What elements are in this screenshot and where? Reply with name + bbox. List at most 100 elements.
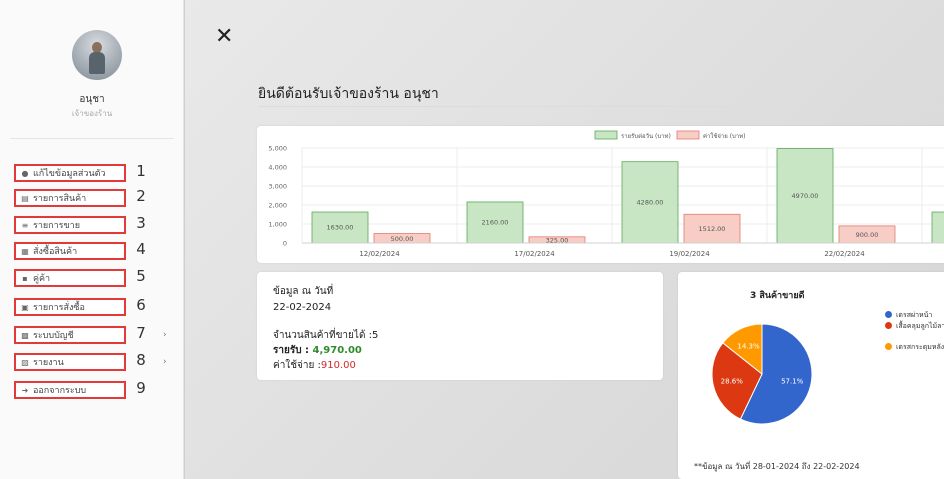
x-tick-label: 22/02/2024 <box>824 250 865 258</box>
annotation-number: 3 <box>136 214 146 232</box>
legend-label: เดรสผ่าหน้า <box>896 311 933 319</box>
y-tick-label: 4,000 <box>268 164 287 172</box>
menu-label: ระบบบัญชี <box>33 331 74 341</box>
menu-sales[interactable]: ≡ รายการขาย <box>14 216 126 234</box>
bar-value-label: 1512.00 <box>699 225 726 233</box>
pie-slice-label: 14.3% <box>737 343 760 351</box>
sidebar-divider <box>10 138 174 139</box>
legend-label-income: รายรับต่อวัน (บาท) <box>621 133 671 140</box>
pie-legend-item: เสื้อคลุมลูกไม้ลาย 1 <box>885 321 944 332</box>
y-tick-label: 5,000 <box>268 145 287 153</box>
annotation-number: 6 <box>136 296 146 314</box>
page-title: ยินดีต้อนรับเจ้าของร้าน อนุชา <box>258 86 439 102</box>
cart-icon: ▦ <box>21 246 29 256</box>
menu-edit-profile[interactable]: ● แก้ไขข้อมูลส่วนตัว <box>14 164 126 182</box>
legend-dot <box>885 322 892 329</box>
income-line: รายรับ : 4,970.00 <box>273 343 362 358</box>
y-tick-label: 0 <box>283 240 287 248</box>
annotation-number: 5 <box>136 267 146 285</box>
menu-label: รายการขาย <box>33 221 80 231</box>
products-sold-value: 5 <box>371 330 379 341</box>
products-sold-line: จำนวนสินค้าที่ขายได้ :5 <box>273 328 378 343</box>
legend-swatch-income <box>594 130 618 140</box>
y-tick-label: 1,000 <box>268 221 287 229</box>
products-sold-label: จำนวนสินค้าที่ขายได้ : <box>273 330 372 341</box>
annotation-number: 9 <box>136 379 146 397</box>
bar-chart: รายรับต่อวัน (บาท) ค่าใช้จ่าย (บาท) 0 1,000… <box>268 130 944 258</box>
x-tick-label: 17/02/2024 <box>514 250 555 258</box>
pie-legend-item: เดรสผ่าหน้า <box>885 310 932 321</box>
menu-label: รายงาน <box>33 358 64 368</box>
legend-dot <box>885 311 892 318</box>
bar-value-label: 4280.00 <box>637 198 664 206</box>
bar-income-partial <box>931 211 944 244</box>
expense-label: ค่าใช้จ่าย : <box>273 360 321 371</box>
bar-value-label: 1630.00 <box>327 224 354 232</box>
truck-icon: ▪ <box>22 273 28 283</box>
menu-products[interactable]: ▤ รายการสินค้า <box>14 189 126 207</box>
sidebar: อนุชา เจ้าของร้าน ▲ ● แก้ไขข้อมูลส่วนตัว… <box>0 0 191 479</box>
menu-order-products[interactable]: ▦ สั่งซื้อสินค้า <box>14 242 126 260</box>
y-tick-label: 3,000 <box>268 183 287 191</box>
date-range-footnote: **ข้อมูล ณ วันที่ 28-01-2024 ถึง 22-02-2… <box>694 462 860 471</box>
avatar-body <box>89 52 105 74</box>
bar-value-label: 900.00 <box>856 231 879 239</box>
annotation-number: 7 <box>136 324 146 342</box>
bar-legend: รายรับต่อวัน (บาท) ค่าใช้จ่าย (บาท) <box>594 130 746 140</box>
x-tick-label: 19/02/2024 <box>669 250 710 258</box>
annotation-number: 1 <box>136 162 146 180</box>
order-icon: ▣ <box>21 302 29 312</box>
report-icon: ▨ <box>21 357 29 367</box>
close-icon[interactable]: ✕ <box>215 26 233 48</box>
user-icon: ● <box>21 168 29 178</box>
user-role: เจ้าของร้าน <box>71 109 113 118</box>
pie-slice-label: 28.6% <box>721 378 744 386</box>
legend-label-expense: ค่าใช้จ่าย (บาท) <box>703 132 746 140</box>
expense-line: ค่าใช้จ่าย :910.00 <box>273 358 356 373</box>
title-divider <box>258 106 944 107</box>
expense-value: 910.00 <box>320 360 356 371</box>
top-products-card: 3 สินค้าขายดี 57.1% 28.6% 14.3% เดรสผ่าหน้… <box>678 272 944 479</box>
annotation-number: 2 <box>136 187 146 205</box>
bar-chart-card: รายรับต่อวัน (บาท) ค่าใช้จ่าย (บาท) 0 1,000… <box>257 126 944 263</box>
list-icon: ▤ <box>21 193 29 203</box>
annotation-number: 8 <box>136 351 146 369</box>
menu-accounting[interactable]: ▩ ระบบบัญชี <box>14 326 126 344</box>
legend-swatch-expense <box>676 130 700 140</box>
pie-slice-label: 57.1% <box>781 377 804 385</box>
chevron-right-icon[interactable]: › <box>163 330 167 340</box>
chevron-right-icon[interactable]: › <box>163 357 167 367</box>
menu-label: สั่งซื้อสินค้า <box>33 247 78 257</box>
pie-chart: 57.1% 28.6% 14.3% <box>711 323 813 425</box>
bar-value-label: 500.00 <box>391 235 414 243</box>
x-tick-label: 12/02/2024 <box>359 250 400 258</box>
main-content: ✕ ยินดีต้อนรับเจ้าของร้าน อนุชา รายรับต่… <box>185 0 944 479</box>
info-date: 22-02-2024 <box>273 302 332 313</box>
menu-reports[interactable]: ▨ รายงาน <box>14 353 126 371</box>
menu-partners[interactable]: ▪ คู่ค้า <box>14 269 126 287</box>
income-label: รายรับ : <box>273 345 310 356</box>
info-card: ข้อมูล ณ วันที่ 22-02-2024 จำนวนสินค้าที… <box>257 272 663 380</box>
bar-value-label: 2160.00 <box>482 218 509 226</box>
income-value: 4,970.00 <box>312 345 362 356</box>
book-icon: ▩ <box>21 330 29 340</box>
menu-purchase-orders[interactable]: ▣ รายการสั่งซื้อ <box>14 298 126 316</box>
avatar <box>72 30 122 80</box>
info-heading: ข้อมูล ณ วันที่ <box>273 286 334 297</box>
menu-label: ออกจากระบบ <box>33 386 87 396</box>
legend-label: เดรสกระดุมหลัง <box>896 343 944 351</box>
logout-icon: ➜ <box>21 385 29 395</box>
legend-label: เสื้อคลุมลูกไม้ลาย 1 <box>896 322 944 330</box>
pie-legend-item: เดรสกระดุมหลัง <box>885 342 944 353</box>
legend-dot <box>885 343 892 350</box>
bar-value-label: 4970.00 <box>792 192 819 200</box>
menu-label: คู่ค้า <box>33 274 51 284</box>
menu-label: แก้ไขข้อมูลส่วนตัว <box>33 169 106 179</box>
user-name: อนุชา <box>79 94 105 105</box>
annotation-number: 4 <box>136 240 146 258</box>
y-tick-label: 2,000 <box>268 202 287 210</box>
menu-label: รายการสั่งซื้อ <box>33 303 85 313</box>
list-icon: ≡ <box>21 220 29 230</box>
menu-logout[interactable]: ➜ ออกจากระบบ <box>14 381 126 399</box>
menu-label: รายการสินค้า <box>33 194 87 204</box>
